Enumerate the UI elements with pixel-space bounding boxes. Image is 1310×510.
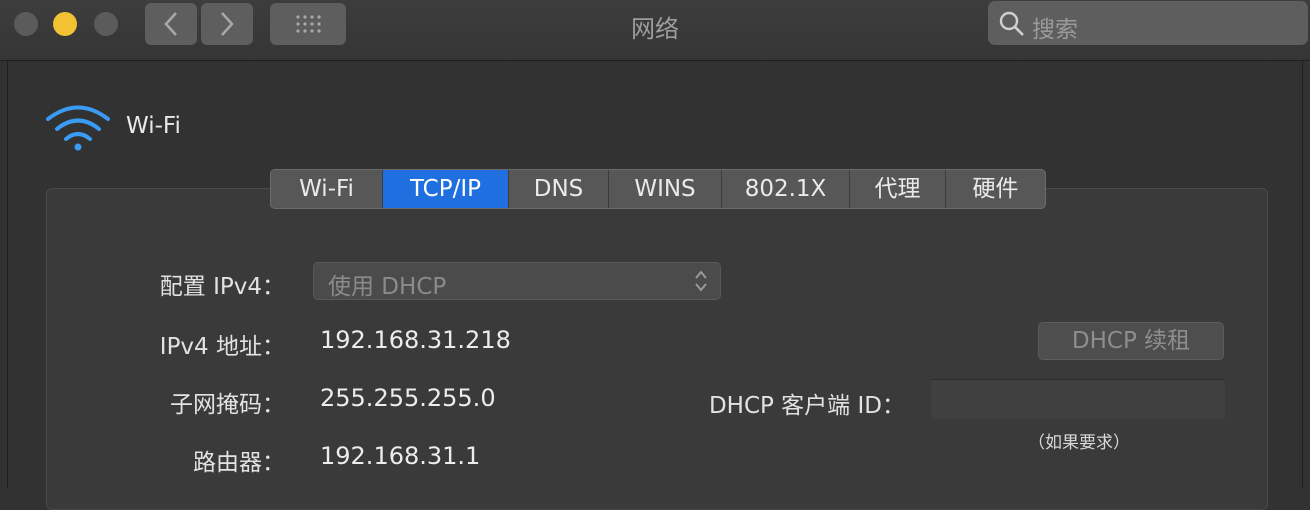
tab-hardware[interactable]: 硬件	[946, 170, 1045, 208]
window-border-right	[1302, 61, 1303, 488]
tab-bar: Wi-Fi TCP/IP DNS WINS 802.1X 代理 硬件	[270, 169, 1046, 209]
search-icon	[999, 11, 1024, 36]
dhcp-client-id-hint: （如果要求）	[1028, 433, 1130, 453]
tab-wins[interactable]: WINS	[609, 170, 722, 208]
tab-tcpip[interactable]: TCP/IP	[383, 170, 509, 208]
tab-wifi[interactable]: Wi-Fi	[271, 170, 383, 208]
subnet-mask-value: 255.255.255.0	[320, 384, 496, 412]
dhcp-renew-button[interactable]: DHCP 续租	[1038, 322, 1224, 360]
subnet-mask-label: 子网掩码：	[170, 392, 285, 418]
wifi-icon	[46, 105, 110, 151]
tab-dns[interactable]: DNS	[509, 170, 609, 208]
interface-name: Wi-Fi	[126, 113, 181, 139]
dhcp-client-id-input[interactable]	[931, 379, 1225, 419]
ipv4-address-value: 192.168.31.218	[320, 326, 511, 354]
search-placeholder: 搜索	[1032, 17, 1078, 43]
dhcp-client-id-label: DHCP 客户端 ID：	[708, 393, 905, 419]
tab-proxy[interactable]: 代理	[850, 170, 946, 208]
tab-8021x[interactable]: 802.1X	[722, 170, 850, 208]
ipv4-address-label: IPv4 地址：	[159, 334, 285, 360]
chevron-updown-icon	[695, 270, 707, 292]
configure-ipv4-label: 配置 IPv4：	[159, 274, 285, 300]
configure-ipv4-select[interactable]: 使用 DHCP	[313, 262, 721, 300]
title-bar: 网络 搜索	[0, 0, 1310, 61]
router-label: 路由器：	[193, 450, 285, 476]
search-field[interactable]: 搜索	[988, 1, 1308, 45]
configure-ipv4-value: 使用 DHCP	[328, 274, 447, 300]
router-value: 192.168.31.1	[320, 442, 481, 470]
